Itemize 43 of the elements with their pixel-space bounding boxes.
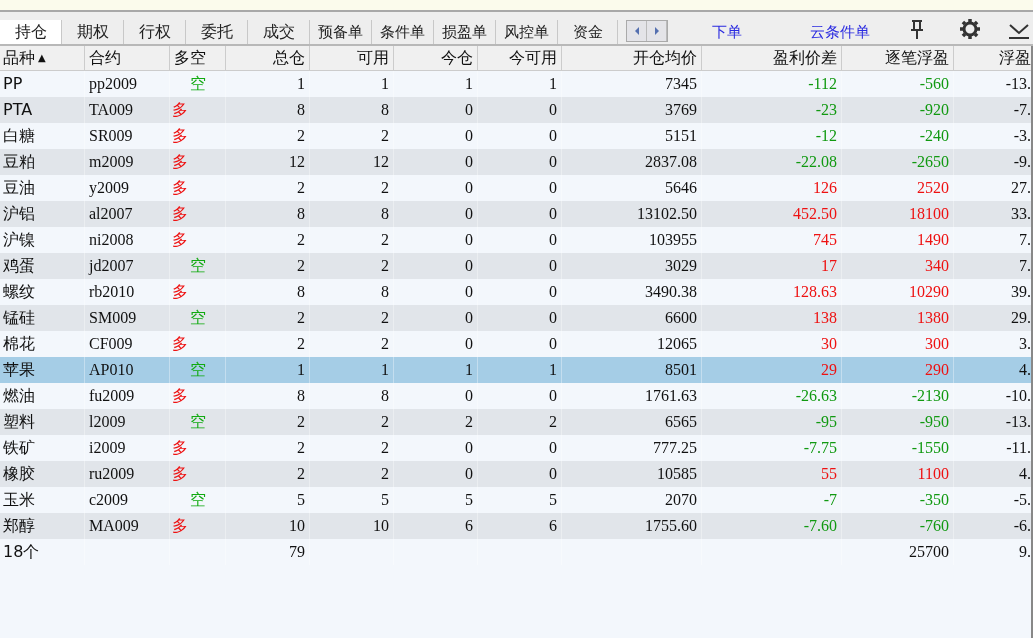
- table-cell-text: 27.: [1010, 178, 1031, 198]
- table-cell-text: 39.: [1010, 282, 1031, 302]
- column-header[interactable]: 多空: [170, 46, 226, 70]
- table-cell-text: 33.: [1010, 204, 1031, 224]
- table-cell-text: -13.: [1004, 412, 1031, 432]
- order-link[interactable]: 下单: [712, 20, 742, 44]
- column-header[interactable]: 品种 ▲: [0, 46, 85, 70]
- table-cell-text: 9.: [1018, 542, 1031, 562]
- table-cell-text: -6.: [1012, 516, 1031, 536]
- column-header[interactable]: 可用: [310, 46, 394, 70]
- table-cell-text: 4.: [1018, 360, 1031, 380]
- column-header[interactable]: 开仓均价: [562, 46, 702, 70]
- column-header[interactable]: 逐笔浮盈: [842, 46, 954, 70]
- table-cell: 79: [226, 539, 310, 565]
- cloud-condition-link[interactable]: 云条件单: [810, 20, 870, 44]
- table-cell-text: -7.: [1012, 100, 1031, 120]
- tab[interactable]: 持仓: [0, 20, 62, 44]
- table-cell-text: 3.: [1018, 334, 1031, 354]
- column-header[interactable]: 今可用: [478, 46, 562, 70]
- table-cell-text: -3.: [1012, 126, 1031, 146]
- table-cell-text: 29.: [1010, 308, 1031, 328]
- table-cell: 25700: [842, 539, 954, 565]
- table-cell-text: -9.: [1012, 152, 1031, 172]
- collapse-icon[interactable]: [1008, 22, 1030, 40]
- table-cell-text: 7.: [1018, 230, 1031, 250]
- pin-icon[interactable]: [910, 20, 924, 40]
- scroll-left-button[interactable]: [627, 21, 647, 41]
- table-cell-text: 7.: [1018, 256, 1031, 276]
- right-caret-icon: [652, 26, 661, 36]
- column-header[interactable]: 总仓: [226, 46, 310, 70]
- column-header[interactable]: 盈利价差: [702, 46, 842, 70]
- scroll-right-button[interactable]: [647, 21, 667, 41]
- sort-indicator: ▲: [38, 52, 46, 63]
- column-header[interactable]: 今仓: [394, 46, 478, 70]
- settings-icon[interactable]: [959, 18, 981, 40]
- column-header[interactable]: 浮盈: [954, 46, 1031, 70]
- table-cell-text: 4.: [1018, 464, 1031, 484]
- table-cell-text: -11.: [1005, 438, 1031, 458]
- table-cell-text: -10.: [1004, 386, 1031, 406]
- table-cell-text: -5.: [1012, 490, 1031, 510]
- table-cell: 18个: [0, 539, 85, 565]
- column-header[interactable]: 合约: [85, 46, 170, 70]
- table-cell-text: -13.: [1004, 74, 1031, 94]
